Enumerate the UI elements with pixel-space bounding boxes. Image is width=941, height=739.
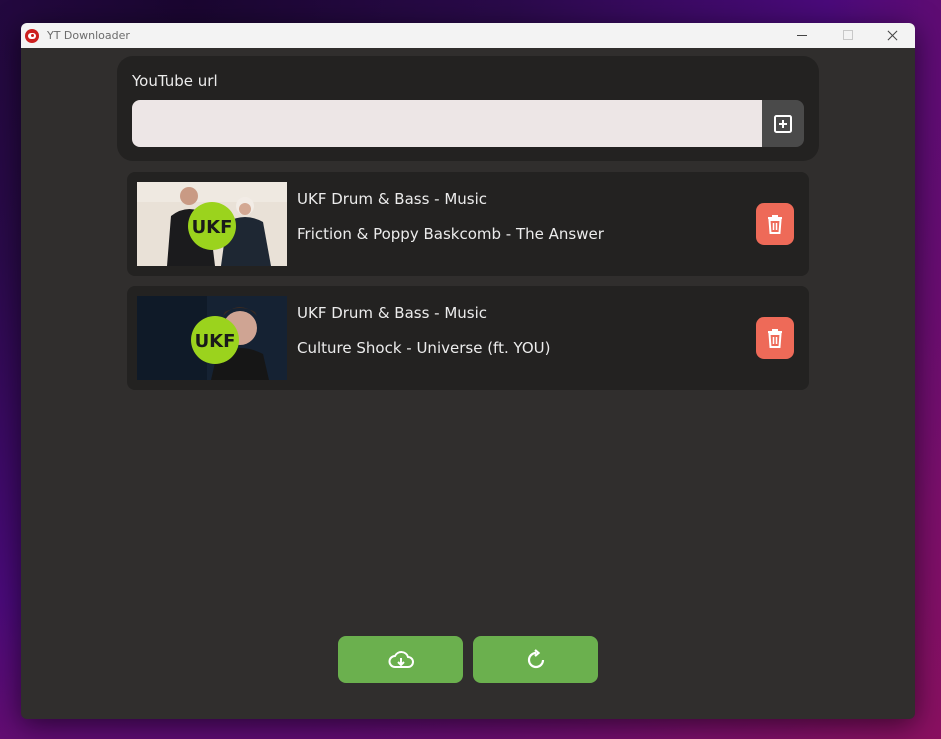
ukf-logo: UKF bbox=[192, 217, 233, 238]
url-label: YouTube url bbox=[132, 72, 218, 90]
download-button[interactable] bbox=[338, 636, 463, 683]
add-url-button[interactable] bbox=[762, 100, 804, 147]
close-button[interactable] bbox=[870, 23, 915, 48]
title-bar[interactable]: YT Downloader bbox=[21, 23, 915, 48]
video-title: Culture Shock - Universe (ft. YOU) bbox=[297, 339, 551, 357]
youtube-icon bbox=[25, 28, 39, 43]
window-controls bbox=[780, 23, 915, 48]
maximize-button[interactable] bbox=[825, 23, 870, 48]
url-panel: YouTube url bbox=[117, 56, 819, 161]
delete-button[interactable] bbox=[756, 203, 794, 245]
video-item: UKF UKF Drum & Bass - Music Friction & P… bbox=[127, 172, 809, 276]
refresh-icon bbox=[527, 648, 544, 668]
plus-square-icon bbox=[774, 114, 792, 133]
cloud-download-icon bbox=[388, 650, 414, 668]
video-channel: UKF Drum & Bass - Music bbox=[297, 190, 488, 208]
window-title: YT Downloader bbox=[47, 29, 130, 42]
url-input[interactable] bbox=[132, 100, 762, 147]
refresh-button[interactable] bbox=[473, 636, 598, 683]
video-item: UKF UKF Drum & Bass - Music Culture Shoc… bbox=[127, 286, 809, 390]
delete-button[interactable] bbox=[756, 317, 794, 359]
app-window: YT Downloader YouTube url UKF UKF Drum &… bbox=[21, 23, 915, 719]
minimize-button[interactable] bbox=[780, 23, 825, 48]
video-channel: UKF Drum & Bass - Music bbox=[297, 304, 488, 322]
video-thumbnail: UKF bbox=[137, 182, 287, 266]
ukf-logo: UKF bbox=[195, 331, 236, 352]
trash-icon bbox=[768, 215, 782, 234]
video-thumbnail: UKF bbox=[137, 296, 287, 380]
video-title: Friction & Poppy Baskcomb - The Answer bbox=[297, 225, 604, 243]
trash-icon bbox=[768, 329, 782, 348]
